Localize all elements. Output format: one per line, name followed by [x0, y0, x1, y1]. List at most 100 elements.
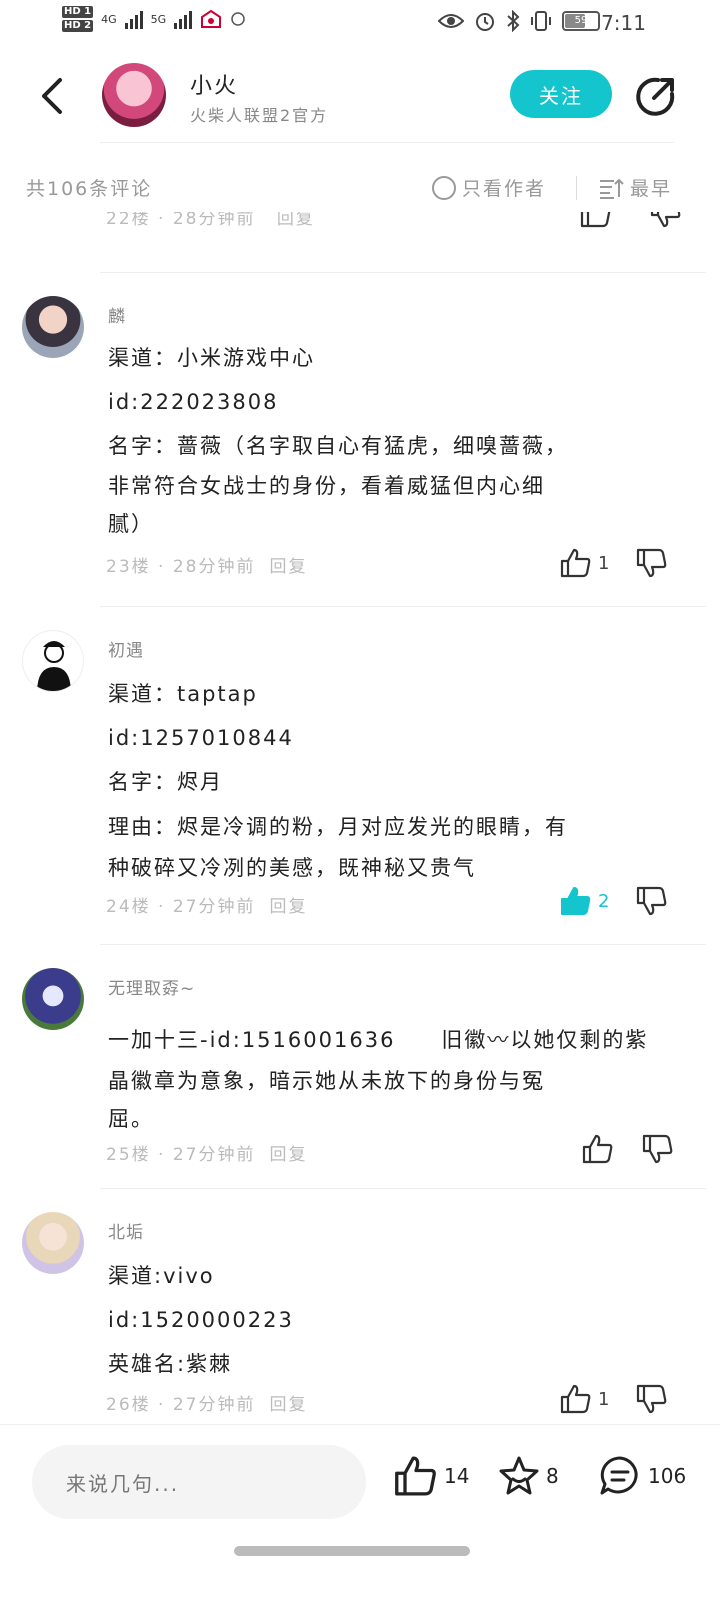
comment-text: 渠道：小米游戏中心 id:222023808 名字：蔷薇（名字取自心有猛虎，细嗅… [108, 336, 688, 544]
comment-line: 名字：蔷薇（名字取自心有猛虎，细嗅蔷薇， [108, 434, 568, 458]
comment-line: 晶徽章为意象，暗示她从未放下的身份与冤 [108, 1069, 545, 1093]
author-subtitle: 火柴人联盟2官方 [190, 106, 329, 125]
avatar-figure-icon [37, 641, 71, 691]
thumbs-down-icon[interactable] [650, 212, 682, 228]
share-icon[interactable] [634, 74, 678, 118]
hd-indicator: HD 1 HD 2 [62, 6, 94, 32]
like-button[interactable]: 1 [560, 1384, 636, 1414]
status-left: HD 1 HD 2 4G 5G [62, 6, 246, 32]
favorite-button[interactable]: 8 [498, 1455, 559, 1497]
comment-line: id:1520000223 [108, 1308, 294, 1332]
comment-line: 渠道:vivo [108, 1264, 215, 1288]
battery-icon: 59 [562, 11, 600, 31]
comment-meta: 25楼 · 27分钟前 回复 [106, 1140, 307, 1165]
comment-meta: 23楼 · 28分钟前 回复 [106, 552, 307, 577]
comment-text: 渠道：taptap id:1257010844 名字：烬月 理由：烬是冷调的粉，… [108, 672, 688, 886]
thumbs-down-icon[interactable] [636, 1384, 668, 1414]
comment-item: 初遇 渠道：taptap id:1257010844 名字：烬月 理由：烬是冷调… [0, 608, 720, 944]
thumbs-up-icon[interactable] [560, 548, 592, 578]
partial-comment-meta: 22楼 · 28分钟前 回复 [106, 212, 315, 229]
commenter-avatar[interactable] [22, 968, 84, 1030]
like-count: 1 [598, 552, 610, 574]
filter-separator [576, 176, 577, 200]
thumbs-down-icon[interactable] [636, 886, 668, 916]
floor-time: 26楼 · 27分钟前 [106, 1395, 256, 1415]
signal-icon-2 [174, 9, 193, 29]
hd2-label: HD 2 [62, 20, 94, 32]
comments-button[interactable]: 106 [598, 1455, 686, 1497]
thumbs-down-icon[interactable] [636, 548, 668, 578]
comment-line: 屈。 [108, 1107, 154, 1131]
clock: 7:11 [601, 11, 646, 35]
commenter-name[interactable]: 北垢 [108, 1218, 144, 1243]
like-button[interactable]: 2 [560, 886, 636, 916]
thumbs-up-icon[interactable] [394, 1455, 438, 1497]
comment-actions: 1 [560, 548, 668, 578]
commenter-name[interactable]: 麟 [108, 302, 126, 327]
commenter-avatar[interactable] [22, 1212, 84, 1274]
comment-line: 名字：烬月 [108, 770, 223, 794]
author-only-label: 只看作者 [462, 178, 547, 200]
comment-total: 106 [648, 1464, 687, 1488]
thumbs-down-icon[interactable] [642, 1134, 674, 1164]
reply-button[interactable]: 回复 [269, 1395, 307, 1415]
post-like-count: 14 [444, 1464, 470, 1488]
like-count: 1 [598, 1388, 610, 1410]
follow-button[interactable]: 关注 [510, 70, 612, 118]
commenter-avatar[interactable] [22, 630, 84, 692]
thumbs-up-icon[interactable] [580, 212, 612, 228]
comment-input[interactable]: 来说几句... [32, 1445, 366, 1519]
reply-button[interactable]: 回复 [269, 557, 307, 577]
comment-actions: 2 [560, 886, 668, 916]
sort-icon [600, 178, 624, 199]
like-button[interactable]: 1 [560, 548, 636, 578]
alarm-icon [476, 13, 494, 31]
comment-line: 腻） [108, 512, 154, 536]
comment-meta: 24楼 · 27分钟前 回复 [106, 892, 307, 917]
comment-count: 共106条评论 [26, 178, 153, 200]
comment-text: 渠道:vivo id:1520000223 英雄名:紫棘 [108, 1254, 688, 1386]
comment-line: id:1257010844 [108, 726, 294, 750]
comment-list[interactable]: 22楼 · 28分钟前 回复 麟 渠道：小米游戏中心 id:222023808 … [0, 212, 720, 1422]
comment-line: 非常符合女战士的身份，看着威猛但内心细 [108, 474, 545, 498]
partial-reply[interactable]: 回复 [277, 212, 315, 229]
comment-divider [100, 1188, 706, 1189]
back-icon[interactable] [38, 76, 68, 116]
author-avatar[interactable] [102, 63, 166, 127]
comment-line: 种破碎又冷冽的美感，既神秘又贵气 [108, 856, 476, 880]
comment-line: 渠道：taptap [108, 682, 258, 706]
radio-icon[interactable] [432, 175, 456, 200]
comment-actions: 1 [560, 1384, 668, 1414]
comment-actions [582, 1134, 674, 1164]
post-like-button[interactable]: 14 [394, 1455, 469, 1497]
comment-divider [100, 272, 706, 273]
star-icon[interactable] [498, 1455, 540, 1497]
floor-time: 24楼 · 27分钟前 [106, 897, 256, 917]
status-right: 59 [438, 10, 600, 32]
author-name[interactable]: 小火 [190, 68, 238, 100]
commenter-name[interactable]: 无理取孬~ [108, 974, 195, 999]
reply-button[interactable]: 回复 [269, 1145, 307, 1165]
thumbs-up-icon[interactable] [582, 1134, 614, 1164]
comment-meta: 26楼 · 27分钟前 回复 [106, 1390, 307, 1415]
sync-icon [231, 12, 245, 26]
floor-time: 23楼 · 28分钟前 [106, 557, 256, 577]
signal-icon [124, 9, 143, 29]
bluetooth-icon [507, 10, 520, 32]
commenter-name[interactable]: 初遇 [108, 636, 144, 661]
commenter-avatar[interactable] [22, 296, 84, 358]
network-label-1: 4G [101, 12, 117, 26]
eye-icon [438, 14, 464, 28]
comment-bubble-icon[interactable] [598, 1455, 642, 1497]
sort-toggle[interactable]: 最早 [598, 174, 672, 201]
author-only-toggle[interactable]: 只看作者 [432, 174, 546, 201]
comment-divider [100, 944, 706, 945]
reply-button[interactable]: 回复 [269, 897, 307, 917]
comment-item: 无理取孬~ 一加十三-id:1516001636 旧徽〰以她仅剩的紫 晶徽章为意… [0, 946, 720, 1190]
thumbs-up-icon[interactable] [560, 1384, 592, 1414]
home-indicator[interactable] [234, 1546, 470, 1556]
comment-line: 一加十三-id:1516001636 旧徽〰以她仅剩的紫 [108, 1028, 649, 1052]
comment-line: 英雄名:紫棘 [108, 1352, 233, 1376]
comment-item: 北垢 渠道:vivo id:1520000223 英雄名:紫棘 26楼 · 27… [0, 1190, 720, 1422]
thumbs-up-filled-icon[interactable] [560, 886, 592, 916]
